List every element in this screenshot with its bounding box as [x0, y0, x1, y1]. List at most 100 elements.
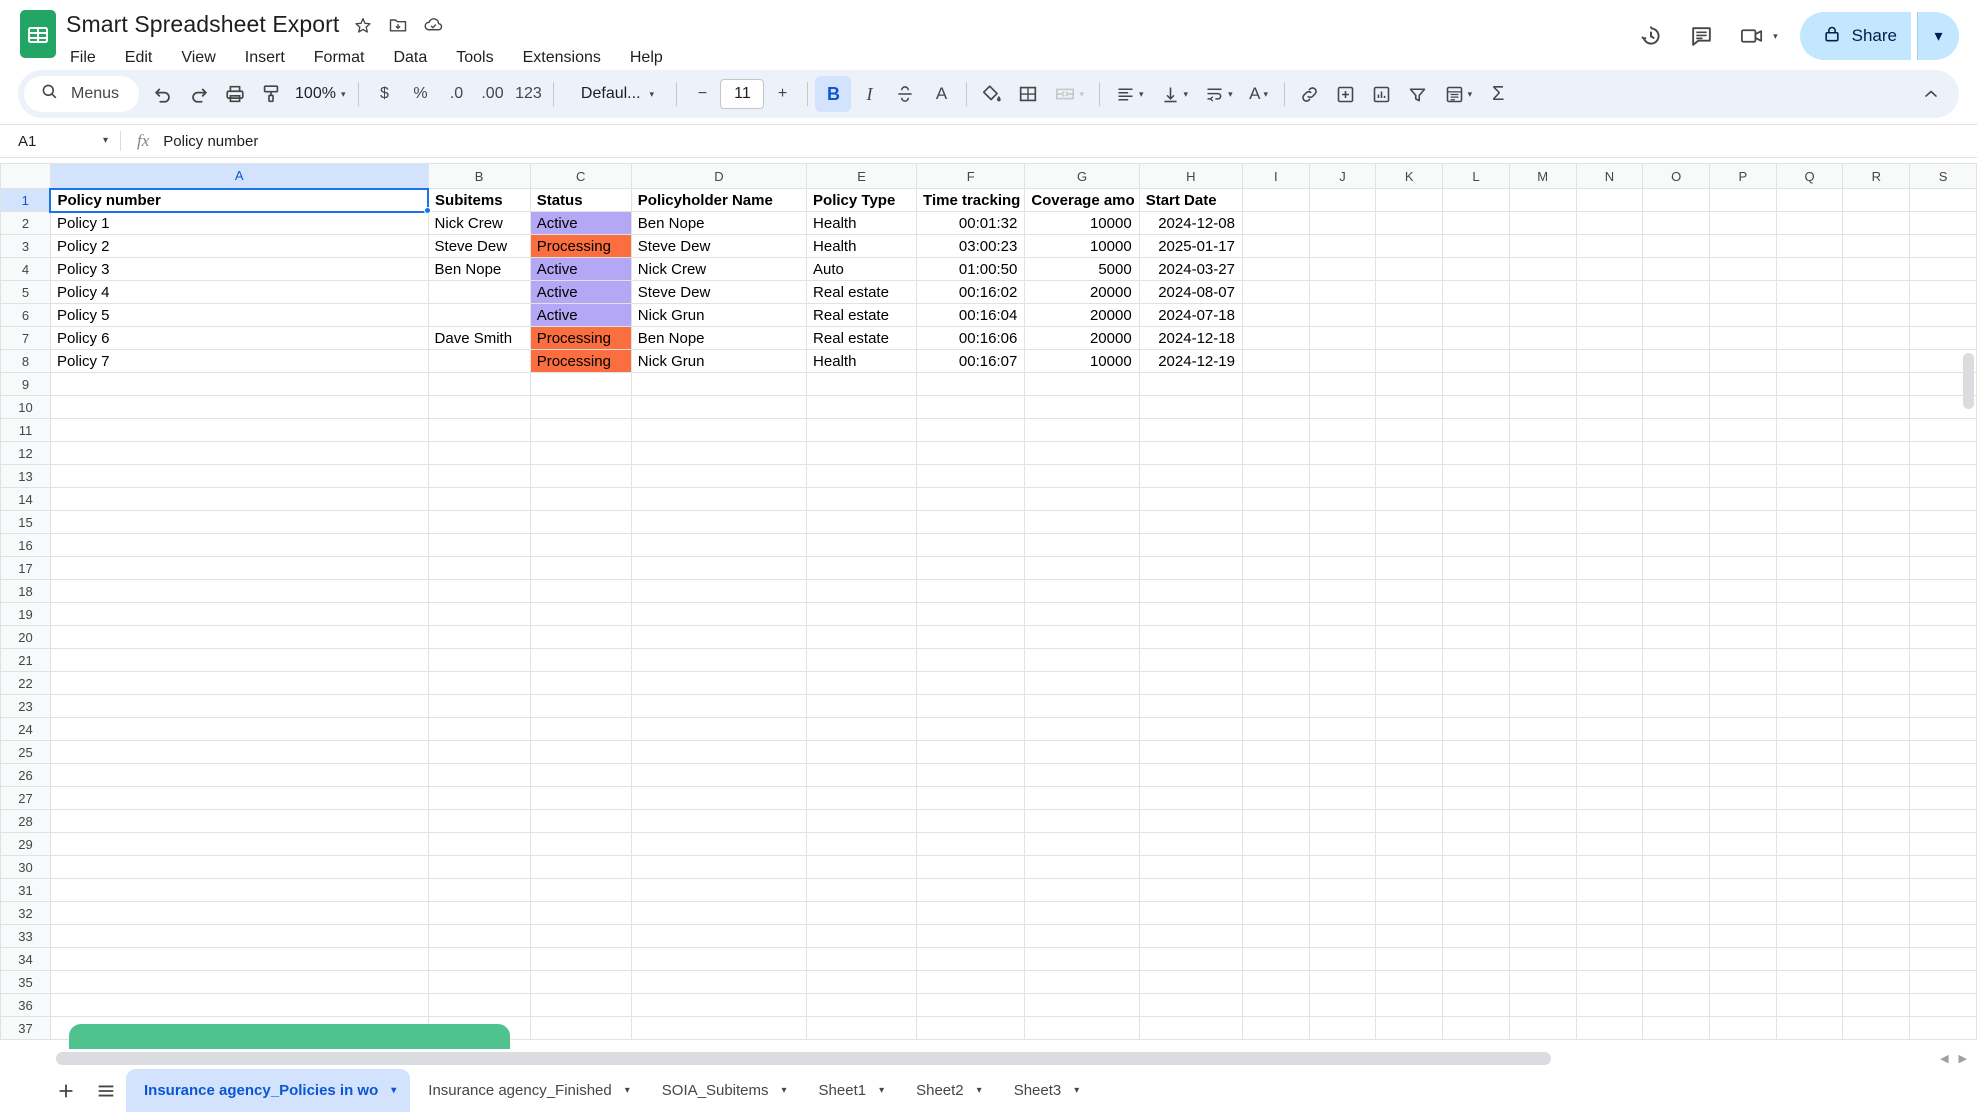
- cell-G12[interactable]: [1024, 441, 1140, 465]
- table-row[interactable]: 6 Policy 5 Active Nick Grun Real estate 00:16…: [0, 303, 1977, 327]
- cell-B14[interactable]: [427, 487, 531, 511]
- sheet-tab-0[interactable]: Insurance agency_Policies in wo ▾: [126, 1068, 411, 1112]
- cell-D32[interactable]: [630, 901, 808, 925]
- cell-B31[interactable]: [427, 878, 531, 902]
- cell-A29[interactable]: [49, 832, 429, 856]
- cell-H13[interactable]: [1138, 464, 1243, 488]
- cell-H12[interactable]: [1138, 441, 1243, 465]
- column-header-b[interactable]: B: [427, 163, 531, 189]
- cell-F21[interactable]: [916, 648, 1026, 672]
- cell-H24[interactable]: [1138, 717, 1243, 741]
- cell-D1[interactable]: Policyholder Name: [630, 188, 808, 212]
- cell-F37[interactable]: [916, 1016, 1026, 1040]
- cell-E24[interactable]: [806, 717, 918, 741]
- cell-L22[interactable]: [1442, 671, 1510, 695]
- cell-O7[interactable]: [1642, 326, 1711, 350]
- scroll-arrows[interactable]: ◀ ▶: [1940, 1052, 1967, 1065]
- row-header-26[interactable]: 26: [0, 763, 51, 787]
- cell-L16[interactable]: [1442, 533, 1510, 557]
- cell-C15[interactable]: [529, 510, 632, 534]
- cell-S4[interactable]: [1909, 257, 1977, 281]
- cell-O25[interactable]: [1642, 740, 1711, 764]
- cell-A30[interactable]: [49, 855, 429, 879]
- cell-K32[interactable]: [1375, 901, 1444, 925]
- cell-O6[interactable]: [1642, 303, 1711, 327]
- share-options-caret[interactable]: ▾: [1917, 12, 1959, 60]
- star-icon[interactable]: [352, 14, 374, 36]
- cell-K35[interactable]: [1375, 970, 1444, 994]
- formula-input[interactable]: Policy number: [163, 133, 258, 150]
- cell-P35[interactable]: [1709, 970, 1777, 994]
- cell-H5[interactable]: 2024-08-07: [1138, 280, 1243, 304]
- cell-P36[interactable]: [1709, 993, 1777, 1017]
- cell-G33[interactable]: [1024, 924, 1140, 948]
- cell-D37[interactable]: [630, 1016, 808, 1040]
- cell-A33[interactable]: [49, 924, 429, 948]
- row-header-30[interactable]: 30: [0, 855, 51, 879]
- menus-search-button[interactable]: Menus: [24, 76, 140, 112]
- cell-F8[interactable]: 00:16:07: [916, 349, 1026, 373]
- cell-E8[interactable]: Health: [806, 349, 918, 373]
- table-row[interactable]: 5 Policy 4 Active Steve Dew Real estate 00:16…: [0, 280, 1977, 304]
- cell-K11[interactable]: [1375, 418, 1444, 442]
- cell-O27[interactable]: [1642, 786, 1711, 810]
- cell-N20[interactable]: [1575, 625, 1644, 649]
- cell-O1[interactable]: [1642, 188, 1711, 212]
- cell-O34[interactable]: [1642, 947, 1711, 971]
- cell-B15[interactable]: [427, 510, 531, 534]
- cell-B5[interactable]: [427, 280, 531, 304]
- cell-I10[interactable]: [1241, 395, 1310, 419]
- cell-R37[interactable]: [1842, 1016, 1911, 1040]
- cell-D22[interactable]: [630, 671, 808, 695]
- cell-H16[interactable]: [1138, 533, 1243, 557]
- cell-D4[interactable]: Nick Crew: [630, 257, 808, 281]
- cell-P32[interactable]: [1709, 901, 1777, 925]
- cell-N26[interactable]: [1575, 763, 1644, 787]
- cell-O26[interactable]: [1642, 763, 1711, 787]
- cell-E19[interactable]: [806, 602, 918, 626]
- cell-H3[interactable]: 2025-01-17: [1138, 234, 1243, 258]
- cell-Q9[interactable]: [1775, 372, 1844, 396]
- table-row[interactable]: 2 Policy 1 Nick Crew Active Ben Nope Health 00…: [0, 211, 1977, 235]
- cell-F5[interactable]: 00:16:02: [916, 280, 1026, 304]
- cell-C17[interactable]: [529, 556, 632, 580]
- cell-E10[interactable]: [806, 395, 918, 419]
- cell-I2[interactable]: [1241, 211, 1310, 235]
- cell-C25[interactable]: [529, 740, 632, 764]
- cell-E4[interactable]: Auto: [806, 257, 918, 281]
- cell-L23[interactable]: [1442, 694, 1510, 718]
- cell-F30[interactable]: [916, 855, 1026, 879]
- table-row[interactable]: 18: [0, 579, 1977, 603]
- cell-O17[interactable]: [1642, 556, 1711, 580]
- cell-G26[interactable]: [1024, 763, 1140, 787]
- cell-R20[interactable]: [1842, 625, 1911, 649]
- cell-S2[interactable]: [1909, 211, 1977, 235]
- cell-N15[interactable]: [1575, 510, 1644, 534]
- cell-I35[interactable]: [1241, 970, 1310, 994]
- cell-N34[interactable]: [1575, 947, 1644, 971]
- cell-I20[interactable]: [1241, 625, 1310, 649]
- cell-Q20[interactable]: [1775, 625, 1844, 649]
- cell-G24[interactable]: [1024, 717, 1140, 741]
- cell-M20[interactable]: [1508, 625, 1577, 649]
- cell-D11[interactable]: [630, 418, 808, 442]
- cell-G7[interactable]: 20000: [1024, 326, 1140, 350]
- cell-D30[interactable]: [630, 855, 808, 879]
- undo-icon[interactable]: [145, 76, 181, 112]
- table-row[interactable]: 30: [0, 855, 1977, 879]
- cell-C19[interactable]: [529, 602, 632, 626]
- cell-D33[interactable]: [630, 924, 808, 948]
- cell-I24[interactable]: [1241, 717, 1310, 741]
- table-row[interactable]: 11: [0, 418, 1977, 442]
- cell-I13[interactable]: [1241, 464, 1310, 488]
- cell-I16[interactable]: [1241, 533, 1310, 557]
- cell-H33[interactable]: [1138, 924, 1243, 948]
- cell-N8[interactable]: [1575, 349, 1644, 373]
- cell-B21[interactable]: [427, 648, 531, 672]
- cell-B35[interactable]: [427, 970, 531, 994]
- cell-J10[interactable]: [1308, 395, 1377, 419]
- cell-I25[interactable]: [1241, 740, 1310, 764]
- cell-P15[interactable]: [1709, 510, 1777, 534]
- cell-E31[interactable]: [806, 878, 918, 902]
- cell-F15[interactable]: [916, 510, 1026, 534]
